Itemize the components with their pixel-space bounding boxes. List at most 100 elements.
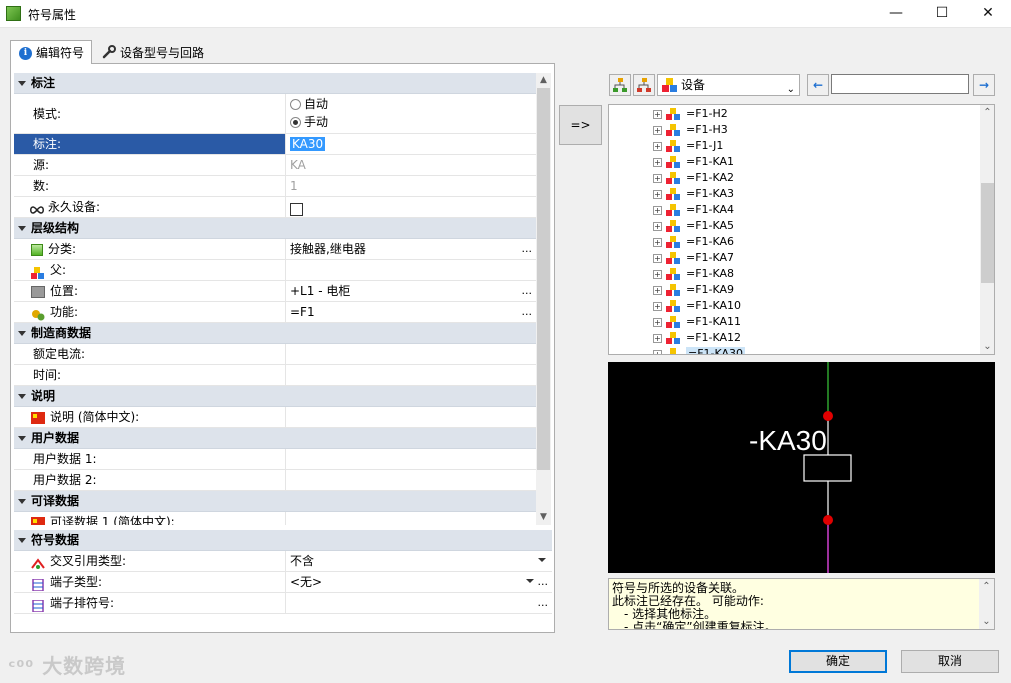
terminal-type-dropdown[interactable]: <无>... [286,572,552,592]
tree-node[interactable]: + =F1-KA30 [653,346,746,354]
scroll-up-arrow[interactable]: ⌃ [979,579,994,594]
expand-icon[interactable]: + [653,173,662,183]
desc-value[interactable] [286,407,536,427]
assign-button[interactable]: => [559,105,602,145]
terminal-strip-value[interactable]: ... [286,593,552,613]
tree-node[interactable]: + =F1-KA2 [653,170,734,186]
property-grid[interactable]: 标注 模式: 自动 手动 标注: KA30 源: KA 数: 1 永久设备: 层… [14,73,536,525]
category-description[interactable]: 说明 [14,386,536,407]
tree-node[interactable]: + =F1-KA11 [653,314,741,330]
tree-node[interactable]: + =F1-KA5 [653,218,734,234]
watermark: ᶜ⁰⁰ 大数跨境 [8,650,126,679]
expand-icon[interactable]: + [653,269,662,279]
category-user-data[interactable]: 用户数据 [14,428,536,449]
ok-button[interactable]: 确定 [789,650,887,673]
expand-icon[interactable]: + [653,189,662,199]
expand-icon[interactable]: + [653,349,662,354]
terminal-icon [31,577,45,592]
category-hierarchy[interactable]: 层级结构 [14,218,536,239]
radio-auto[interactable]: 自动 [290,95,536,113]
parent-value[interactable] [286,260,536,280]
device-cubes-icon [666,236,682,248]
tab-edit-symbol[interactable]: i 编辑符号 [10,40,92,64]
scroll-thumb[interactable] [537,88,550,470]
device-tree[interactable]: + =F1-H2 + =F1-H3 + =F1-J1 + =F1-KA1 + =F1-KA2 + =F… [608,104,995,355]
label-input[interactable]: KA30 [290,137,326,151]
class-value: 接触器,继电器 [290,242,366,256]
location-browse-button[interactable]: ... [522,281,533,301]
tree-node[interactable]: + =F1-KA7 [653,250,734,266]
expand-icon[interactable]: + [653,141,662,151]
hierarchy-icon [613,78,627,92]
tree-node[interactable]: + =F1-KA6 [653,234,734,250]
tree-node[interactable]: + =F1-H3 [653,122,728,138]
device-cubes-icon [666,268,682,280]
expand-icon[interactable]: + [653,301,662,311]
symbol-data-grid[interactable]: 符号数据 交叉引用类型: 不含 端子类型: <无>... 端子排符号: ... [14,530,552,617]
radio-manual-circle[interactable] [290,117,301,128]
device-search-input[interactable] [831,74,969,94]
category-annotation[interactable]: 标注 [14,73,536,94]
tree-node[interactable]: + =F1-KA3 [653,186,734,202]
user1-value[interactable] [286,449,536,469]
expand-icon[interactable]: + [653,237,662,247]
class-browse-button[interactable]: ... [522,239,533,259]
xref-dropdown[interactable]: 不含 [286,551,552,571]
forward-arrow-button[interactable]: → [973,74,995,96]
scroll-down-arrow[interactable]: ⌄ [980,339,994,354]
tree-node[interactable]: + =F1-KA12 [653,330,741,346]
scroll-down-arrow[interactable]: ▼ [536,510,551,525]
expand-icon[interactable]: + [653,253,662,263]
trans1-value[interactable] [286,512,536,525]
expand-icon[interactable]: + [653,333,662,343]
terminal-strip-browse-button[interactable]: ... [538,593,549,613]
dropdown-arrow-icon[interactable] [526,579,534,583]
radio-auto-circle[interactable] [290,99,301,110]
function-browse-button[interactable]: ... [522,302,533,322]
terminal-type-browse-button[interactable]: ... [538,572,549,592]
tree-node[interactable]: + =F1-KA4 [653,202,734,218]
message-scrollbar[interactable]: ⌃ ⌄ [979,579,994,629]
tree-hierarchy-button-2[interactable] [633,74,655,96]
tree-scrollbar[interactable]: ⌃ ⌄ [980,105,994,354]
dropdown-arrow-icon[interactable] [538,558,546,562]
scroll-up-arrow[interactable]: ▲ [536,73,551,88]
row-label[interactable]: 标注: KA30 [14,134,536,155]
tree-node[interactable]: + =F1-J1 [653,138,723,154]
expand-icon[interactable]: + [653,221,662,231]
tree-node[interactable]: + =F1-H2 [653,106,728,122]
property-grid-scrollbar[interactable]: ▲ ▼ [536,73,551,525]
category-symbol-data[interactable]: 符号数据 [14,530,552,551]
category-translatable[interactable]: 可译数据 [14,491,536,512]
tab-device-model[interactable]: 设备型号与回路 [94,41,212,65]
tree-node[interactable]: + =F1-KA8 [653,266,734,282]
user2-value[interactable] [286,470,536,490]
back-arrow-button[interactable]: ← [807,74,829,96]
expand-icon[interactable]: + [653,157,662,167]
cancel-button[interactable]: 取消 [901,650,999,673]
expand-icon[interactable]: + [653,125,662,135]
category-manufacturer[interactable]: 制造商数据 [14,323,536,344]
close-button[interactable]: ✕ [965,0,1011,28]
expand-icon[interactable]: + [653,205,662,215]
time-value[interactable] [286,365,536,385]
tree-node-label: =F1-KA30 [686,347,746,354]
tree-node[interactable]: + =F1-KA10 [653,298,741,314]
expand-icon[interactable]: + [653,317,662,327]
tree-node[interactable]: + =F1-KA9 [653,282,734,298]
scroll-thumb[interactable] [981,183,994,283]
rated-current-value[interactable] [286,344,536,364]
scroll-up-arrow[interactable]: ⌃ [980,105,994,120]
expand-icon[interactable]: + [653,109,662,119]
tree-hierarchy-button-1[interactable] [609,74,631,96]
collapse-icon [18,331,26,336]
maximize-button[interactable]: ☐ [919,0,965,28]
permanent-checkbox[interactable] [290,202,303,216]
expand-icon[interactable]: + [653,285,662,295]
row-count: 数: 1 [14,176,536,197]
scroll-down-arrow[interactable]: ⌄ [979,614,994,629]
device-type-combo[interactable]: 设备 ⌄ [657,74,800,96]
radio-manual[interactable]: 手动 [290,113,536,131]
tree-node[interactable]: + =F1-KA1 [653,154,734,170]
minimize-button[interactable]: — [873,0,919,28]
